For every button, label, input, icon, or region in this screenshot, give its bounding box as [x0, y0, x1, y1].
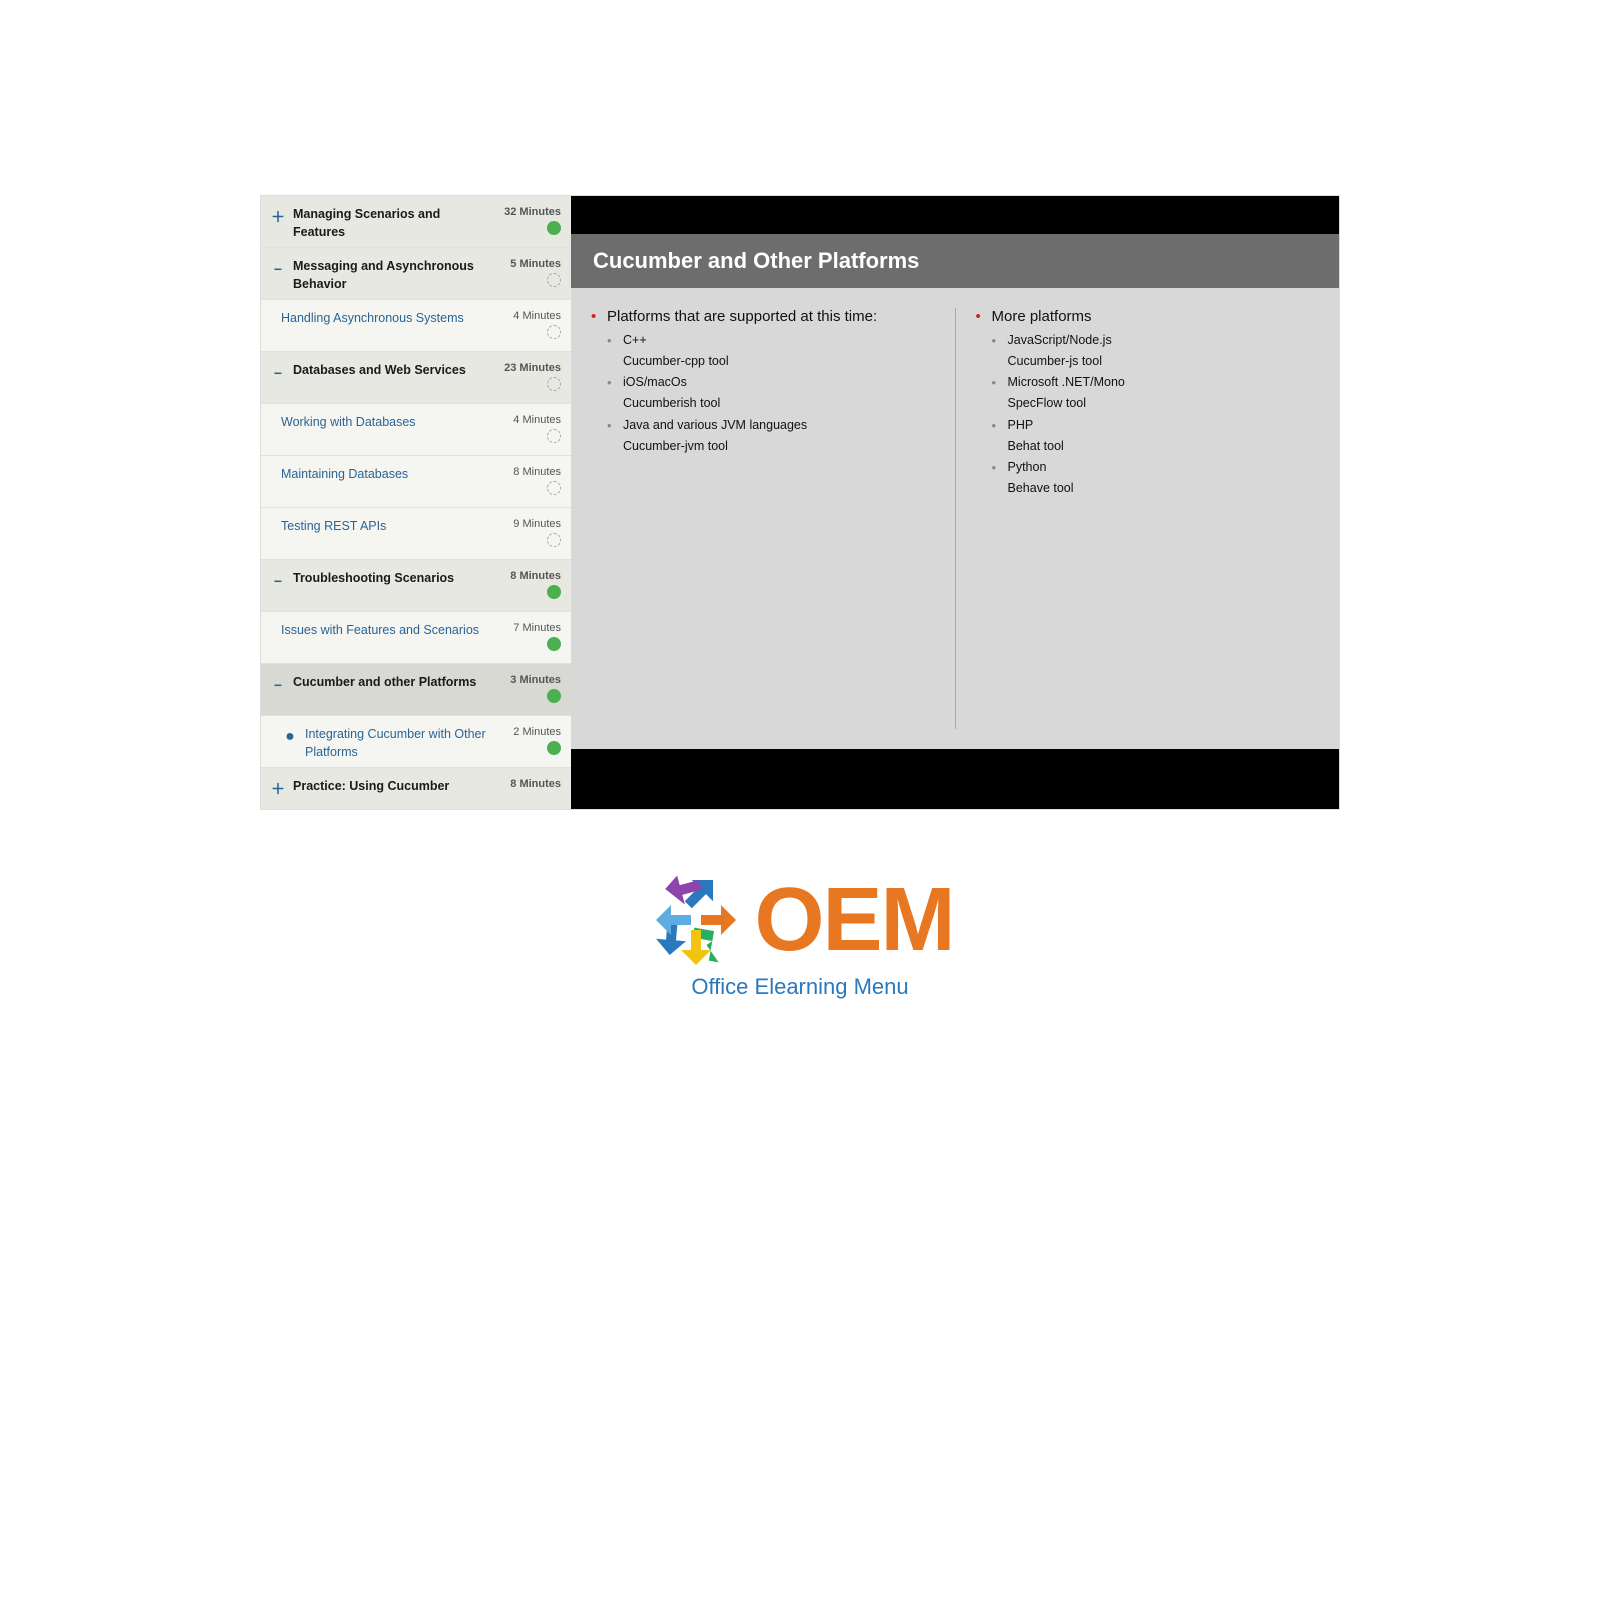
minus-icon: − — [269, 676, 287, 694]
status-indicator — [547, 273, 561, 287]
sidebar-label: Databases and Web Services — [293, 362, 495, 380]
sidebar-label: Cucumber and other Platforms — [293, 674, 495, 692]
sidebar-label: Handling Asynchronous Systems — [281, 310, 495, 328]
more-platforms-label: More platforms JavaScript/Node.js Cucumb… — [976, 304, 1320, 500]
sidebar-duration: 23 Minutes — [504, 362, 561, 374]
plus-icon: ＋ — [269, 780, 287, 798]
slide-area: Cucumber and Other Platforms Platforms t… — [571, 196, 1339, 809]
js-tool: Cucumber-js tool — [1008, 351, 1320, 372]
course-sidebar: ＋ Managing Scenarios and Features 32 Min… — [261, 196, 571, 809]
status-indicator — [547, 377, 561, 391]
status-indicator — [547, 793, 561, 807]
status-indicator — [547, 533, 561, 547]
logo-section: OEM Office Elearning Menu — [646, 870, 953, 1000]
dotnet-item: Microsoft .NET/Mono SpecFlow tool — [992, 372, 1320, 415]
dotnet-tool: SpecFlow tool — [1008, 393, 1320, 414]
sidebar-duration: 3 Minutes — [510, 674, 561, 686]
sidebar-duration: 32 Minutes — [504, 206, 561, 218]
minus-icon: − — [269, 260, 287, 278]
sidebar-duration: 4 Minutes — [513, 310, 561, 322]
minus-icon: − — [269, 364, 287, 382]
slide-right-column: More platforms JavaScript/Node.js Cucumb… — [976, 304, 1320, 733]
java-item: Java and various JVM languages Cucumber-… — [607, 415, 935, 458]
status-indicator — [547, 221, 561, 235]
python-item: Python Behave tool — [992, 457, 1320, 500]
slide-title: Cucumber and Other Platforms — [593, 248, 1317, 274]
sidebar-label: Maintaining Databases — [281, 466, 495, 484]
sidebar-duration: 8 Minutes — [510, 570, 561, 582]
slide-top-bar — [571, 196, 1339, 234]
sidebar-label: Troubleshooting Scenarios — [293, 570, 495, 588]
logo-brand-text: OEM — [754, 875, 953, 965]
slide-left-column: Platforms that are supported at this tim… — [591, 304, 935, 733]
course-player: ＋ Managing Scenarios and Features 32 Min… — [260, 195, 1340, 810]
sidebar-label: Managing Scenarios and Features — [293, 206, 495, 241]
sidebar-duration: 8 Minutes — [513, 466, 561, 478]
sidebar-item-testing-rest[interactable]: Testing REST APIs 9 Minutes — [261, 508, 571, 560]
sidebar-item-managing[interactable]: ＋ Managing Scenarios and Features 32 Min… — [261, 196, 571, 248]
cpp-tool: Cucumber-cpp tool — [623, 351, 935, 372]
java-tool: Cucumber-jvm tool — [623, 436, 935, 457]
sidebar-item-working-db[interactable]: Working with Databases 4 Minutes — [261, 404, 571, 456]
sidebar-duration: 5 Minutes — [510, 258, 561, 270]
status-indicator — [547, 637, 561, 651]
sidebar-item-databases[interactable]: − Databases and Web Services 23 Minutes — [261, 352, 571, 404]
oem-logo-icon — [646, 870, 746, 970]
avatar-icon: ● — [281, 728, 299, 746]
sidebar-item-handling-async[interactable]: Handling Asynchronous Systems 4 Minutes — [261, 300, 571, 352]
cpp-item: C++ Cucumber-cpp tool — [607, 330, 935, 373]
php-tool: Behat tool — [1008, 436, 1320, 457]
sidebar-duration: 2 Minutes — [513, 726, 561, 738]
status-indicator — [547, 585, 561, 599]
js-item: JavaScript/Node.js Cucumber-js tool — [992, 330, 1320, 373]
sidebar-duration: 4 Minutes — [513, 414, 561, 426]
php-item: PHP Behat tool — [992, 415, 1320, 458]
ios-item: iOS/macOs Cucumberish tool — [607, 372, 935, 415]
ios-tool: Cucumberish tool — [623, 393, 935, 414]
page-wrapper: ＋ Managing Scenarios and Features 32 Min… — [0, 0, 1600, 1600]
sidebar-duration: 8 Minutes — [510, 778, 561, 790]
status-indicator — [547, 429, 561, 443]
slide-header: Cucumber and Other Platforms — [571, 234, 1339, 288]
status-indicator — [547, 741, 561, 755]
sidebar-item-practice[interactable]: ＋ Practice: Using Cucumber 8 Minutes — [261, 768, 571, 809]
sidebar-label: Practice: Using Cucumber — [293, 778, 495, 796]
slide-content: Cucumber and Other Platforms Platforms t… — [571, 234, 1339, 749]
slide-column-divider — [955, 308, 956, 729]
logo-row: OEM — [646, 870, 953, 970]
status-indicator — [547, 689, 561, 703]
sidebar-duration: 9 Minutes — [513, 518, 561, 530]
python-tool: Behave tool — [1008, 478, 1320, 499]
status-indicator — [547, 481, 561, 495]
platforms-intro: Platforms that are supported at this tim… — [591, 304, 935, 457]
sidebar-item-issues[interactable]: Issues with Features and Scenarios 7 Min… — [261, 612, 571, 664]
sidebar-duration: 7 Minutes — [513, 622, 561, 634]
sidebar-item-troubleshooting[interactable]: − Troubleshooting Scenarios 8 Minutes — [261, 560, 571, 612]
slide-body: Platforms that are supported at this tim… — [571, 288, 1339, 749]
slide-bottom-bar — [571, 749, 1339, 809]
sidebar-label: Integrating Cucumber with Other Platform… — [305, 726, 495, 761]
sidebar-label: Issues with Features and Scenarios — [281, 622, 495, 640]
sidebar-item-messaging[interactable]: − Messaging and Asynchronous Behavior 5 … — [261, 248, 571, 300]
sidebar-label: Working with Databases — [281, 414, 495, 432]
plus-icon: ＋ — [269, 208, 287, 226]
logo-tagline: Office Elearning Menu — [691, 974, 908, 1000]
minus-icon: − — [269, 572, 287, 590]
sidebar-item-maintaining-db[interactable]: Maintaining Databases 8 Minutes — [261, 456, 571, 508]
status-indicator — [547, 325, 561, 339]
sidebar-label: Testing REST APIs — [281, 518, 495, 536]
sidebar-label: Messaging and Asynchronous Behavior — [293, 258, 495, 293]
sidebar-item-integrating[interactable]: ● Integrating Cucumber with Other Platfo… — [261, 716, 571, 768]
sidebar-item-cucumber-platforms[interactable]: − Cucumber and other Platforms 3 Minutes — [261, 664, 571, 716]
